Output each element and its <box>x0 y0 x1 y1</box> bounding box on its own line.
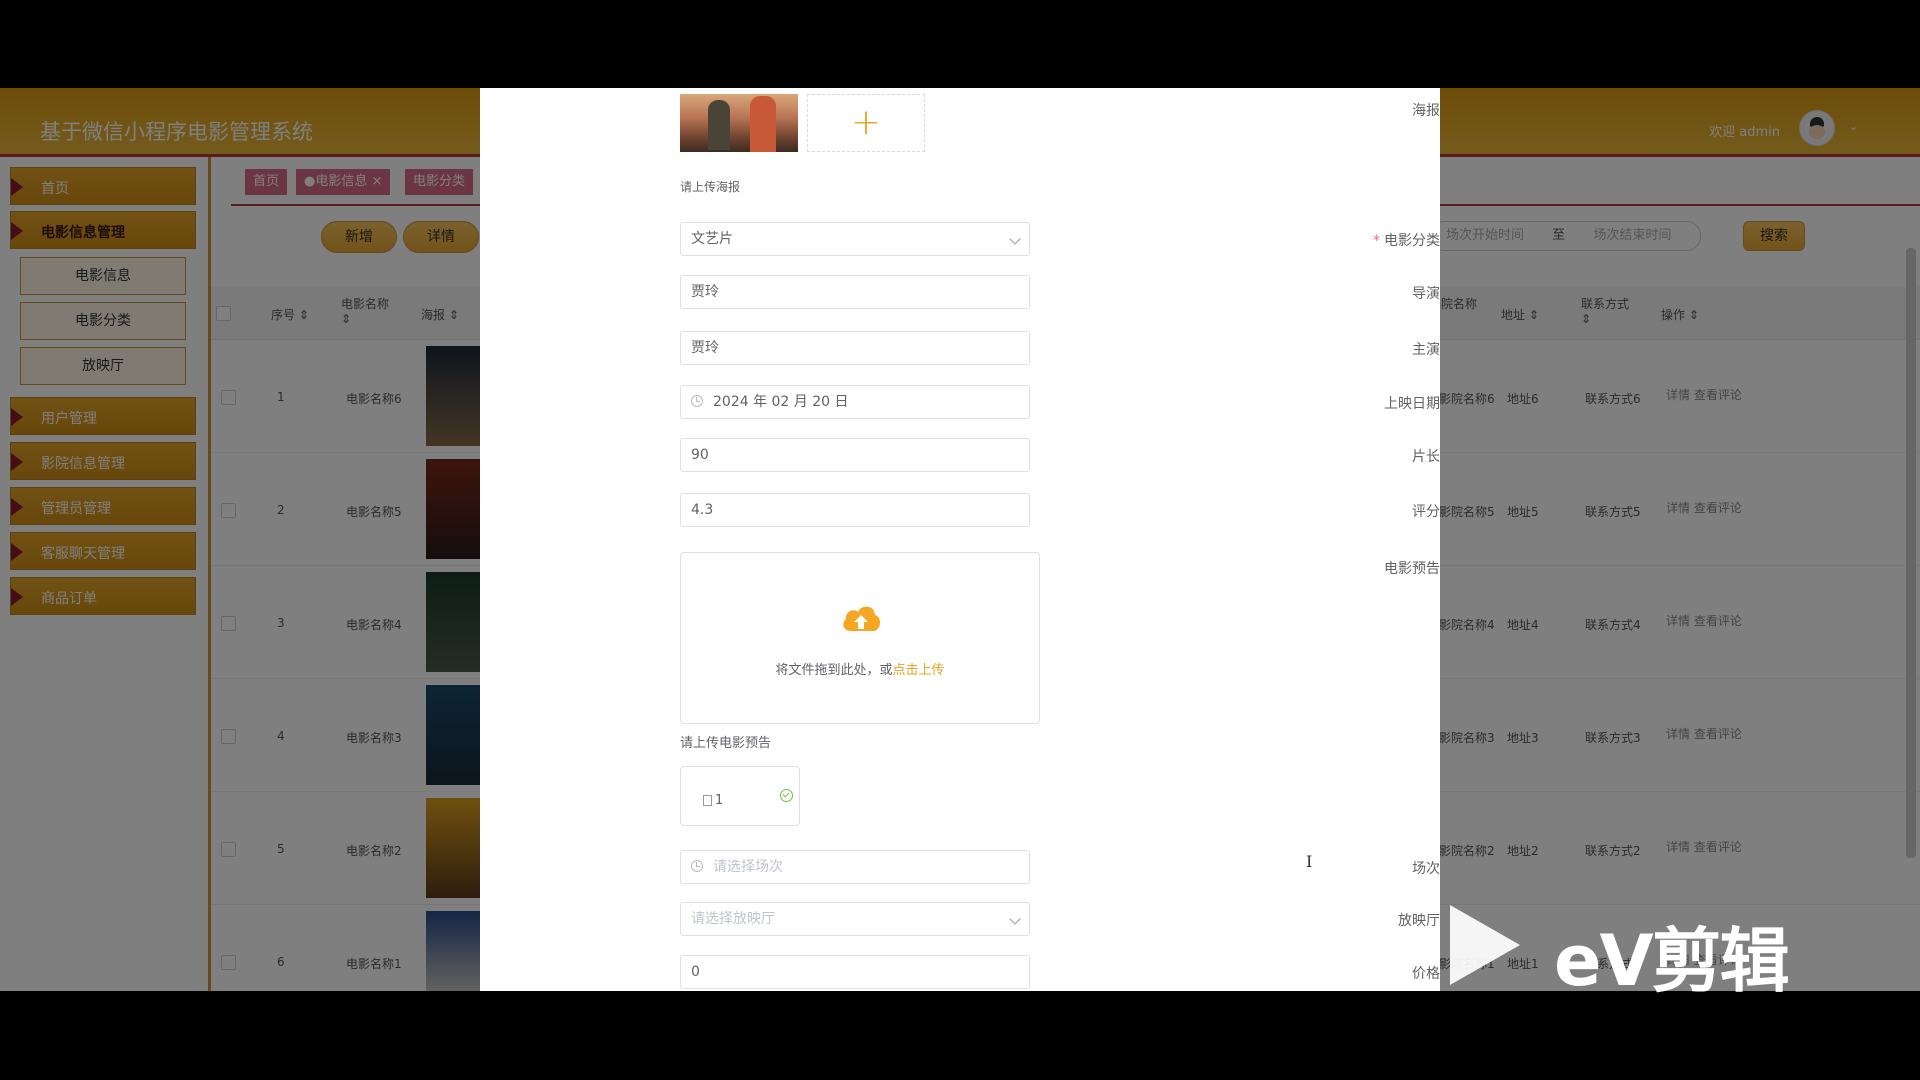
category-label: * 电影分类 <box>1240 230 1440 250</box>
chevron-down-icon <box>1009 913 1021 925</box>
scrollbar[interactable] <box>1906 248 1916 858</box>
click-upload-link[interactable]: 点击上传 <box>893 663 945 678</box>
actor-input[interactable]: 贾玲 <box>680 331 1030 365</box>
release-date-picker[interactable]: 2024 年 02 月 20 日 <box>680 385 1030 419</box>
uploaded-file-card[interactable]: 1 <box>680 766 800 826</box>
category-select[interactable]: 文艺片 <box>680 222 1030 256</box>
trailer-label: 电影预告 <box>1384 561 1440 577</box>
session-picker[interactable]: 请选择场次 <box>680 850 1030 884</box>
director-input[interactable]: 贾玲 <box>680 275 1030 309</box>
chevron-down-icon <box>1009 233 1021 245</box>
session-placeholder: 请选择场次 <box>713 859 783 875</box>
watermark-text: eV剪辑 <box>1554 920 1790 1002</box>
select-value: 文艺片 <box>691 231 733 247</box>
drop-instruction: 将文件拖到此处，或 <box>775 663 893 678</box>
edit-movie-dialog: 海报 + 请上传海报 * 电影分类 文艺片 导演 贾玲 主演 贾玲 上映日期 20… <box>480 88 1440 991</box>
release-date-label: 上映日期 <box>1384 396 1440 412</box>
director-label: 导演 <box>1412 286 1440 302</box>
label-text: 电影分类 <box>1384 233 1440 249</box>
clock-icon <box>691 860 703 872</box>
session-label: 场次 <box>1412 861 1440 877</box>
hall-select[interactable]: 请选择放映厅 <box>680 902 1030 936</box>
text-cursor-icon: I <box>1306 852 1313 871</box>
poster-hint: 请上传海报 <box>680 180 741 194</box>
cloud-upload-icon <box>843 606 881 631</box>
price-label: 价格 <box>1412 966 1440 982</box>
watermark: eV剪辑 <box>1450 905 1830 1002</box>
success-check-icon <box>780 789 793 802</box>
upload-poster-button[interactable]: + <box>807 94 925 152</box>
rating-label: 评分 <box>1412 504 1440 520</box>
clock-icon <box>691 395 703 407</box>
drop-text: 将文件拖到此处，或点击上传 <box>681 659 1039 678</box>
length-label: 片长 <box>1412 449 1440 465</box>
hall-placeholder: 请选择放映厅 <box>691 911 775 927</box>
plus-icon: + <box>850 102 882 143</box>
trailer-dropzone[interactable]: 将文件拖到此处，或点击上传 <box>680 552 1040 724</box>
file-name: 1 <box>715 793 724 808</box>
date-value: 2024 年 02 月 20 日 <box>713 394 849 410</box>
document-icon <box>703 795 712 806</box>
price-input[interactable]: 0 <box>680 955 1030 989</box>
length-input[interactable]: 90 <box>680 438 1030 472</box>
required-mark: * <box>1373 233 1380 249</box>
screen: 基于微信小程序电影管理系统 欢迎 admin ⌄ 首页 电影信息管理 电影信息 … <box>0 88 1920 991</box>
actor-label: 主演 <box>1412 342 1440 358</box>
play-logo-icon <box>1450 905 1520 985</box>
poster-label: 海报 <box>1412 103 1440 119</box>
poster-image[interactable] <box>680 94 798 152</box>
rating-input[interactable]: 4.3 <box>680 493 1030 527</box>
hall-label: 放映厅 <box>1398 913 1440 929</box>
trailer-hint: 请上传电影预告 <box>680 736 772 751</box>
